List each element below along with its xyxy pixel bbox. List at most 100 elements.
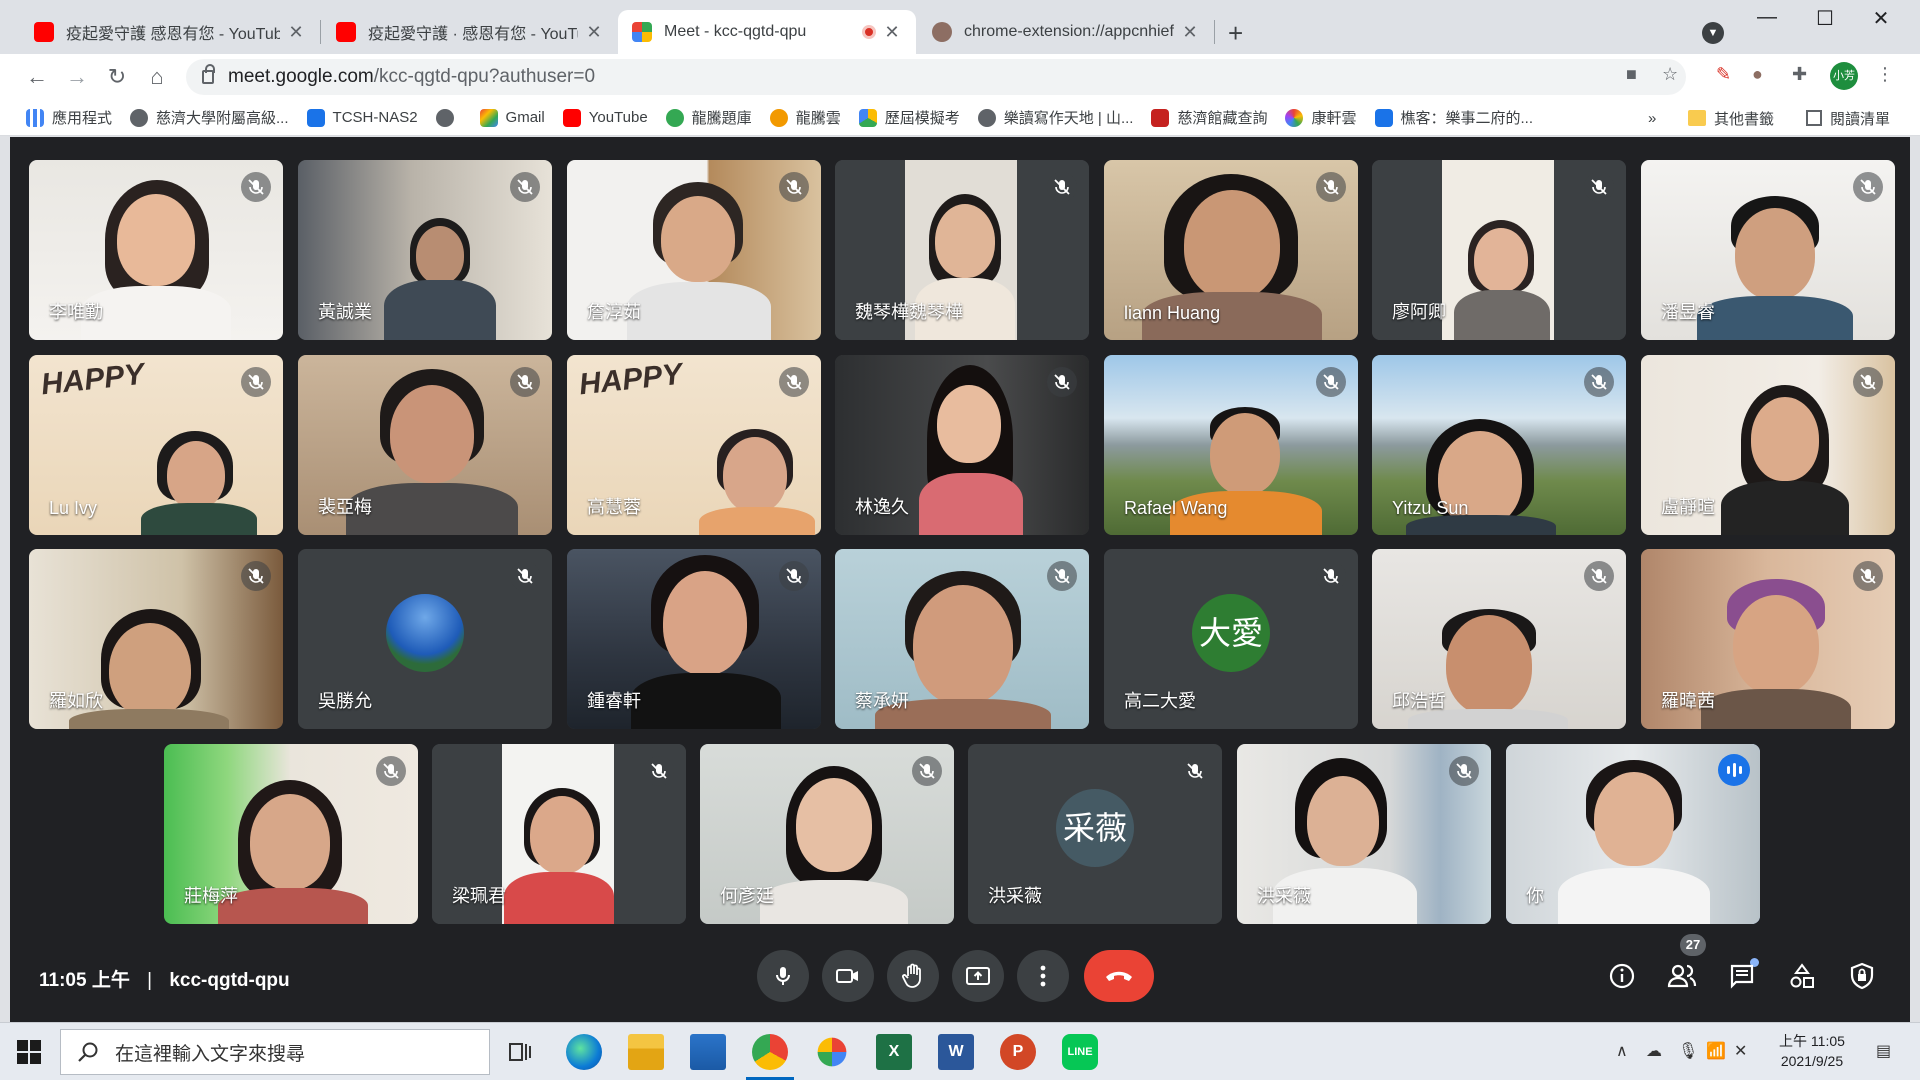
onedrive-cloud-icon[interactable]: ☁	[1646, 1041, 1662, 1061]
bookmark-star-icon[interactable]: ☆	[1662, 64, 1678, 85]
volume-muted-icon[interactable]: ✕	[1734, 1041, 1747, 1061]
close-icon[interactable]: ✕	[286, 22, 306, 43]
bookmark-item[interactable]: 樂讀寫作天地 | 山...	[977, 107, 1133, 128]
participant-tile[interactable]: 黃誠業	[298, 160, 552, 340]
bookmark-item[interactable]: 龍騰雲	[769, 107, 841, 128]
address-bar[interactable]: meet.google.com/kcc-qgtd-qpu?authuser=0	[186, 59, 1686, 95]
extension-icon[interactable]: ●	[1752, 64, 1763, 85]
participants-button[interactable]	[1662, 956, 1702, 996]
participant-tile[interactable]: 何彥廷	[700, 744, 954, 924]
other-bookmarks[interactable]: 其他書籤	[1688, 100, 1774, 136]
participant-tile[interactable]: 采薇 洪采薇	[968, 744, 1222, 924]
leave-call-button[interactable]	[1084, 950, 1154, 1002]
bookmark-item[interactable]: 慈濟館藏查詢	[1151, 107, 1267, 128]
chrome-icon[interactable]	[752, 1034, 788, 1070]
microphone-button[interactable]	[757, 950, 809, 1002]
reload-button[interactable]: ↻	[102, 62, 132, 92]
camera-button[interactable]	[822, 950, 874, 1002]
close-icon[interactable]: ✕	[1180, 22, 1200, 43]
close-icon[interactable]: ✕	[584, 22, 604, 43]
participant-tile[interactable]: 梁珮君	[432, 744, 686, 924]
bookmark-gmail[interactable]: Gmail	[479, 108, 545, 127]
excel-icon[interactable]: X	[876, 1034, 912, 1070]
participant-tile[interactable]: 裴亞梅	[298, 355, 552, 535]
notifications-icon[interactable]: ▤	[1876, 1041, 1891, 1061]
show-hidden-icons-chevron-icon[interactable]: ∧	[1616, 1041, 1628, 1061]
participant-tile[interactable]: 蔡承妍	[835, 549, 1089, 729]
microphone-tray-icon[interactable]: 🎙	[1678, 1041, 1698, 1061]
maximize-button[interactable]: ☐	[1800, 6, 1850, 31]
more-bookmarks-button[interactable]: »	[1648, 100, 1656, 136]
network-icon[interactable]: 📶	[1706, 1041, 1726, 1061]
home-button[interactable]: ⌂	[142, 62, 172, 92]
participant-tile[interactable]: 大愛 高二大愛	[1104, 549, 1358, 729]
participant-tile[interactable]: 羅如欣	[29, 549, 283, 729]
file-explorer-icon[interactable]	[628, 1034, 664, 1070]
participant-tile[interactable]: 李唯勤	[29, 160, 283, 340]
activities-button[interactable]	[1782, 956, 1822, 996]
line-app-icon[interactable]: LINE	[1062, 1034, 1098, 1070]
back-button[interactable]: ←	[22, 62, 52, 92]
meeting-details-button[interactable]	[1602, 956, 1642, 996]
participant-tile[interactable]: 廖阿卿	[1372, 160, 1626, 340]
task-view-icon[interactable]	[502, 1034, 538, 1070]
windows-start-button[interactable]	[16, 1039, 42, 1070]
tab-extension[interactable]: chrome-extension://appcnhiefc ✕	[918, 10, 1214, 54]
profile-avatar[interactable]: 小芳	[1830, 62, 1858, 90]
bookmark-item[interactable]: 慈濟大學附屬高級...	[130, 107, 289, 128]
participant-tile[interactable]: 詹淳茹	[567, 160, 821, 340]
minimize-button[interactable]: —	[1742, 6, 1792, 29]
close-window-button[interactable]: ✕	[1856, 6, 1906, 31]
participant-tile[interactable]: 潘昱睿	[1641, 160, 1895, 340]
menu-kebab-icon[interactable]: ⋮	[1876, 64, 1894, 85]
bookmark-item[interactable]: 龍騰題庫	[665, 107, 752, 128]
puzzle-extensions-icon[interactable]: ✚	[1792, 64, 1807, 85]
bookmark-item[interactable]: TCSH-NAS2	[306, 108, 418, 127]
participant-tile[interactable]: 莊梅萍	[164, 744, 418, 924]
camera-permission-icon[interactable]: ■	[1626, 64, 1637, 85]
present-screen-button[interactable]	[952, 950, 1004, 1002]
chat-icon	[1730, 964, 1754, 989]
self-view-tile[interactable]: 你	[1506, 744, 1760, 924]
chat-button[interactable]	[1722, 956, 1762, 996]
participant-tile[interactable]: 魏琴樺魏琴樺	[835, 160, 1089, 340]
participant-tile[interactable]: HAPPY Lu Ivy	[29, 355, 283, 535]
participant-tile[interactable]: 盧靜暄	[1641, 355, 1895, 535]
forward-button[interactable]: →	[62, 62, 92, 92]
tab-youtube-2[interactable]: 疫起愛守護 · 感恩有您 - YouTube ✕	[322, 10, 618, 54]
participant-tile[interactable]: 羅暐茜	[1641, 549, 1895, 729]
word-icon[interactable]: W	[938, 1034, 974, 1070]
participant-tile[interactable]: liann Huang	[1104, 160, 1358, 340]
participant-tile[interactable]: 鍾睿軒	[567, 549, 821, 729]
more-options-button[interactable]	[1017, 950, 1069, 1002]
bookmark-item[interactable]	[435, 108, 462, 127]
tab-search-button[interactable]: ▼	[1702, 22, 1724, 44]
bookmark-item[interactable]: 康軒雲	[1285, 107, 1357, 128]
pen-extension-icon[interactable]: ✎	[1716, 64, 1731, 85]
close-icon[interactable]: ✕	[882, 22, 902, 43]
host-controls-button[interactable]	[1842, 956, 1882, 996]
participant-tile[interactable]: 洪采薇	[1237, 744, 1491, 924]
bookmark-youtube[interactable]: YouTube	[562, 108, 648, 127]
participant-tile[interactable]: 吳勝允	[298, 549, 552, 729]
bookmark-item[interactable]: 歷屆模擬考	[858, 107, 960, 128]
taskbar-search-input[interactable]: 在這裡輸入文字來搜尋	[60, 1029, 490, 1075]
participant-tile[interactable]: Rafael Wang	[1104, 355, 1358, 535]
reading-list[interactable]: 閱讀清單	[1806, 100, 1890, 136]
google-plus-icon[interactable]	[817, 1037, 847, 1067]
mail-icon[interactable]	[690, 1034, 726, 1070]
raise-hand-button[interactable]	[887, 950, 939, 1002]
participant-tile[interactable]: 邱浩哲	[1372, 549, 1626, 729]
new-tab-button[interactable]: +	[1228, 18, 1243, 49]
participant-tile[interactable]: Yitzu Sun	[1372, 355, 1626, 535]
system-clock[interactable]: 上午 11:05 2021/9/25	[1756, 1031, 1868, 1071]
powerpoint-icon[interactable]: P	[1000, 1034, 1036, 1070]
tab-meet[interactable]: Meet - kcc-qgtd-qpu ✕	[618, 10, 916, 54]
edge-browser-icon[interactable]	[566, 1034, 602, 1070]
bookmark-apps[interactable]: 應用程式	[26, 107, 112, 128]
participant-tile[interactable]: 林逸久	[835, 355, 1089, 535]
face-shape	[661, 196, 735, 282]
tab-youtube-1[interactable]: 疫起愛守護 感恩有您 - YouTube ✕	[20, 10, 320, 54]
participant-tile[interactable]: HAPPY 高慧蓉	[567, 355, 821, 535]
bookmark-item[interactable]: 樵客：樂事二府的...	[1374, 107, 1533, 128]
